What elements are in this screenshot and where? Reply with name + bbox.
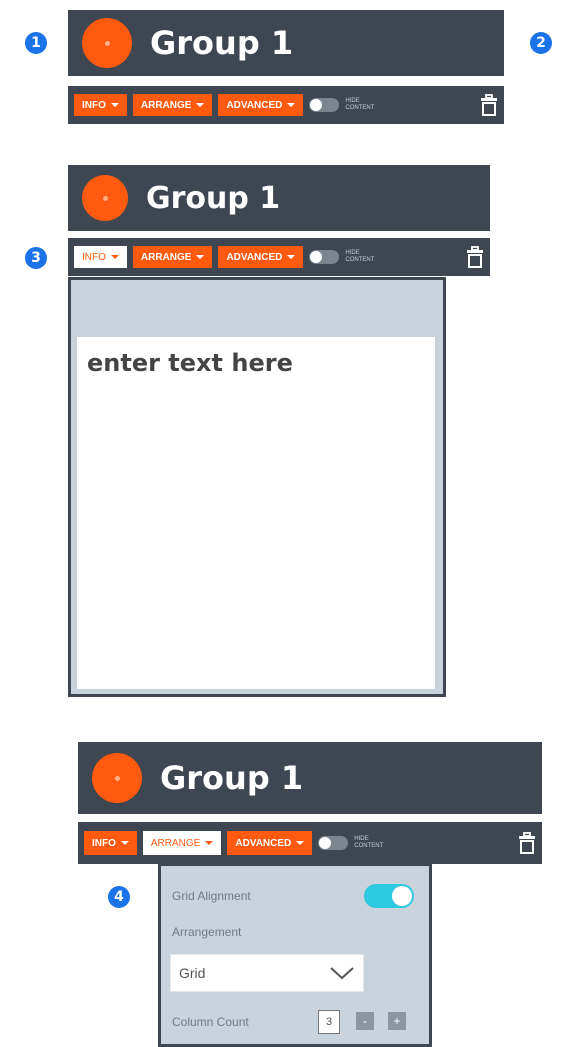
column-count-label: Column Count bbox=[172, 1015, 249, 1029]
trash-icon[interactable] bbox=[518, 832, 536, 854]
advanced-dropdown-button[interactable]: ADVANCED bbox=[218, 246, 304, 268]
info-dropdown-button[interactable]: INFO bbox=[74, 94, 127, 116]
chevron-down-icon bbox=[196, 103, 205, 107]
hide-content-label: HIDE CONTENT bbox=[354, 836, 384, 849]
chevron-down-icon bbox=[296, 841, 305, 845]
step-badge-1: 1 bbox=[25, 32, 47, 54]
grid-alignment-label: Grid Alignment bbox=[172, 889, 251, 903]
arrangement-select[interactable]: Grid bbox=[170, 954, 364, 992]
group-title: Group 1 bbox=[160, 759, 304, 797]
text-placeholder: enter text here bbox=[87, 349, 293, 377]
chevron-down-icon bbox=[120, 841, 129, 845]
group-toolbar: INFO ARRANGE ADVANCED HIDE CONTENT bbox=[68, 86, 504, 124]
arrange-label: ARRANGE bbox=[140, 251, 192, 263]
chevron-down-icon bbox=[330, 967, 354, 980]
group-avatar-icon bbox=[82, 175, 128, 221]
chevron-down-icon bbox=[196, 255, 205, 259]
info-label: INFO bbox=[82, 99, 106, 111]
hide-content-toggle[interactable] bbox=[318, 836, 349, 850]
arrange-dropdown-button[interactable]: ARRANGE bbox=[142, 831, 222, 855]
chevron-down-icon bbox=[205, 841, 214, 845]
hide-content-label: HIDE CONTENT bbox=[345, 98, 375, 111]
step-badge-4: 4 bbox=[108, 886, 130, 908]
content-text-area[interactable]: enter text here bbox=[77, 337, 435, 689]
group-title: Group 1 bbox=[146, 180, 281, 216]
advanced-label: ADVANCED bbox=[226, 99, 283, 111]
group-avatar-icon bbox=[92, 753, 142, 803]
arrangement-label: Arrangement bbox=[172, 925, 242, 939]
group-toolbar: INFO ARRANGE ADVANCED HIDE CONTENT bbox=[68, 238, 490, 276]
step-badge-2: 2 bbox=[530, 32, 552, 54]
group-title: Group 1 bbox=[150, 24, 294, 62]
increment-button[interactable]: + bbox=[388, 1012, 406, 1030]
arrange-dropdown-button[interactable]: ARRANGE bbox=[132, 246, 213, 268]
info-dropdown-button[interactable]: INFO bbox=[84, 831, 137, 855]
group-avatar-icon bbox=[82, 18, 132, 68]
column-count-input[interactable]: 3 bbox=[318, 1010, 340, 1034]
trash-icon[interactable] bbox=[480, 94, 498, 116]
hide-content-label: HIDE CONTENT bbox=[345, 250, 375, 263]
group-header[interactable]: Group 1 bbox=[68, 10, 504, 76]
arrange-dropdown-button[interactable]: ARRANGE bbox=[132, 94, 213, 116]
chevron-down-icon bbox=[287, 255, 296, 259]
step-badge-3: 3 bbox=[25, 247, 47, 269]
trash-icon[interactable] bbox=[466, 246, 484, 268]
info-dropdown-button[interactable]: INFO bbox=[74, 246, 127, 268]
arrangement-value: Grid bbox=[179, 965, 206, 981]
chevron-down-icon bbox=[110, 103, 119, 107]
arrange-label: ARRANGE bbox=[140, 99, 192, 111]
advanced-label: ADVANCED bbox=[226, 251, 283, 263]
advanced-dropdown-button[interactable]: ADVANCED bbox=[227, 831, 313, 855]
group-header[interactable]: Group 1 bbox=[78, 742, 542, 814]
decrement-button[interactable]: - bbox=[356, 1012, 374, 1030]
advanced-label: ADVANCED bbox=[235, 837, 292, 849]
hide-content-toggle[interactable] bbox=[309, 98, 340, 112]
group-header[interactable]: Group 1 bbox=[68, 165, 490, 231]
info-label: INFO bbox=[82, 251, 106, 263]
info-label: INFO bbox=[92, 837, 116, 849]
group-toolbar: INFO ARRANGE ADVANCED HIDE CONTENT bbox=[78, 822, 542, 864]
advanced-dropdown-button[interactable]: ADVANCED bbox=[218, 94, 304, 116]
chevron-down-icon bbox=[110, 255, 119, 259]
arrange-label: ARRANGE bbox=[150, 837, 201, 849]
hide-content-toggle[interactable] bbox=[309, 250, 340, 264]
grid-alignment-toggle[interactable] bbox=[364, 884, 414, 908]
chevron-down-icon bbox=[287, 103, 296, 107]
